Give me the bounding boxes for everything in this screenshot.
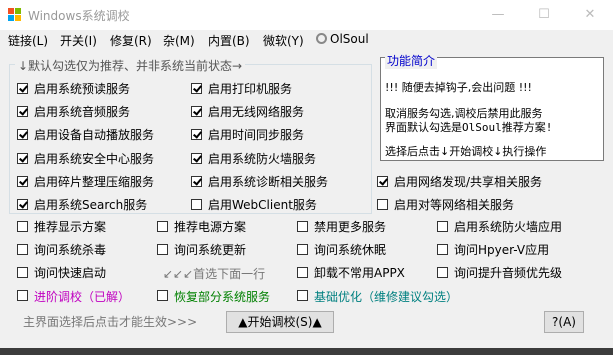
checkbox-label: 询问系统休眠 <box>314 243 387 257</box>
checkbox-box[interactable] <box>191 83 202 94</box>
checkmark-icon <box>193 176 202 186</box>
menu-misc[interactable]: 杂(M) <box>163 32 195 49</box>
checkbox-box[interactable] <box>17 106 28 117</box>
windows-logo-icon <box>8 8 22 22</box>
minimize-button[interactable]: — <box>475 0 521 30</box>
checkbox-label: 启用系统安全中心服务 <box>34 152 155 166</box>
checkbox-label: 启用打印机服务 <box>208 82 293 96</box>
checkbox-box[interactable] <box>157 290 168 301</box>
checkbox-box[interactable] <box>17 129 28 140</box>
menu-bar: 链接(L) 开关(I) 修复(R) 杂(M) 内置(B) 微软(Y) OlSou… <box>0 30 613 50</box>
checkbox-label: 启用对等网络相关服务 <box>394 198 515 212</box>
checkbox-label: 询问快速启动 <box>34 266 107 280</box>
info-text-2: 界面默认勾选是OlSoul推荐方案! <box>385 121 553 134</box>
checkmark-icon <box>193 153 202 163</box>
checkmark-icon <box>19 83 28 93</box>
checkbox-box[interactable] <box>17 199 28 210</box>
checkbox-box[interactable] <box>17 83 28 94</box>
menu-links[interactable]: 链接(L) <box>8 32 48 49</box>
checkmark-icon <box>193 106 202 116</box>
checkmark-icon <box>193 129 202 139</box>
checkbox-box[interactable] <box>437 244 448 255</box>
window-title: Windows系统调校 <box>28 9 130 23</box>
checkbox-box[interactable] <box>17 176 28 187</box>
footer-note: 主界面选择后点击才能生效>>> <box>23 315 198 329</box>
checkbox-label: 询问系统更新 <box>174 243 247 257</box>
checkbox-box[interactable] <box>191 199 202 210</box>
checkbox-label: 启用系统Search服务 <box>34 198 148 212</box>
checkbox-label: 启用网络发现/共享相关服务 <box>394 175 543 189</box>
checkbox-label: 询问提升音频优先级 <box>454 266 563 280</box>
info-warning: !!! 随便去掉钩子,会出问题 !!! <box>385 81 532 94</box>
checkbox-label: 推荐显示方案 <box>34 220 107 234</box>
checkmark-icon <box>379 176 388 186</box>
restore-services-label: 恢复部分系统服务 <box>174 290 271 304</box>
checkbox-label: 启用碎片整理压缩服务 <box>34 175 155 189</box>
checkbox-box[interactable] <box>437 267 448 278</box>
menu-repair[interactable]: 修复(R) <box>110 32 152 49</box>
title-bar: Windows系统调校 — ☐ ✕ <box>0 0 613 30</box>
checkbox-box[interactable] <box>297 221 308 232</box>
checkmark-icon <box>19 199 28 209</box>
advanced-tuning-label: 进阶调校（已解） <box>34 290 131 304</box>
checkbox-label: 启用无线网络服务 <box>208 105 305 119</box>
checkbox-box[interactable] <box>17 267 28 278</box>
checkbox-box[interactable] <box>377 199 388 210</box>
checkbox-box[interactable] <box>191 129 202 140</box>
services-group-title: ↓默认勾选仅为推荐、并非系统当前状态→ <box>15 57 246 74</box>
checkbox-label: 启用时间同步服务 <box>208 128 305 142</box>
checkbox-label: 询问Hpyer-V应用 <box>454 243 550 257</box>
checkbox-box[interactable] <box>191 106 202 117</box>
checkbox-box[interactable] <box>17 244 28 255</box>
checkbox-label: 启用系统防火墙应用 <box>454 220 563 234</box>
checkbox-box[interactable] <box>297 267 308 278</box>
checkbox-box[interactable] <box>17 290 28 301</box>
checkbox-box[interactable] <box>157 244 168 255</box>
info-title: 功能简介 <box>385 52 438 69</box>
app-window: Windows系统调校 — ☐ ✕ 链接(L) 开关(I) 修复(R) 杂(M)… <box>0 0 613 348</box>
checkbox-box[interactable] <box>377 176 388 187</box>
menu-olsoul[interactable]: OlSoul <box>316 32 369 46</box>
checkbox-box[interactable] <box>191 176 202 187</box>
checkmark-icon <box>193 83 202 93</box>
close-button[interactable]: ✕ <box>567 0 613 30</box>
checkbox-label: 推荐电源方案 <box>174 220 247 234</box>
menu-olsoul-label: OlSoul <box>330 32 369 46</box>
checkbox-label: 启用系统音频服务 <box>34 105 131 119</box>
checkbox-box[interactable] <box>17 221 28 232</box>
checkbox-label: 禁用更多服务 <box>314 220 387 234</box>
checkbox-box[interactable] <box>297 290 308 301</box>
checkbox-label: 启用设备自动播放服务 <box>34 128 155 142</box>
checkbox-box[interactable] <box>297 244 308 255</box>
hint-text: ↙↙↙首选下面一行 <box>163 267 266 281</box>
basic-optimize-label: 基础优化（维修建议勾选） <box>314 290 459 304</box>
checkmark-icon <box>19 176 28 186</box>
checkbox-box[interactable] <box>157 221 168 232</box>
checkbox-label: 启用WebClient服务 <box>208 198 317 212</box>
checkbox-label: 启用系统诊断相关服务 <box>208 175 329 189</box>
checkbox-label: 启用系统防火墙服务 <box>208 152 317 166</box>
menu-microsoft[interactable]: 微软(Y) <box>263 32 304 49</box>
checkbox-label: 询问系统杀毒 <box>34 243 107 257</box>
start-tuning-button[interactable]: ▲开始调校(S)▲ <box>226 311 334 333</box>
checkmark-icon <box>19 153 28 163</box>
checkbox-label: 启用系统预读服务 <box>34 82 131 96</box>
taskbar <box>0 348 613 355</box>
help-button[interactable]: ?(A) <box>544 311 584 333</box>
checkbox-box[interactable] <box>437 221 448 232</box>
checkbox-box[interactable] <box>17 153 28 164</box>
checkmark-icon <box>19 129 28 139</box>
checkbox-label: 卸载不常用APPX <box>314 266 405 280</box>
gear-icon <box>316 33 327 44</box>
info-text-3: 选择后点击↓开始调校↓执行操作 <box>385 145 547 158</box>
menu-switch[interactable]: 开关(I) <box>60 32 97 49</box>
checkmark-icon <box>19 106 28 116</box>
menu-builtin[interactable]: 内置(B) <box>208 32 250 49</box>
checkbox-box[interactable] <box>191 153 202 164</box>
maximize-button[interactable]: ☐ <box>521 0 567 30</box>
